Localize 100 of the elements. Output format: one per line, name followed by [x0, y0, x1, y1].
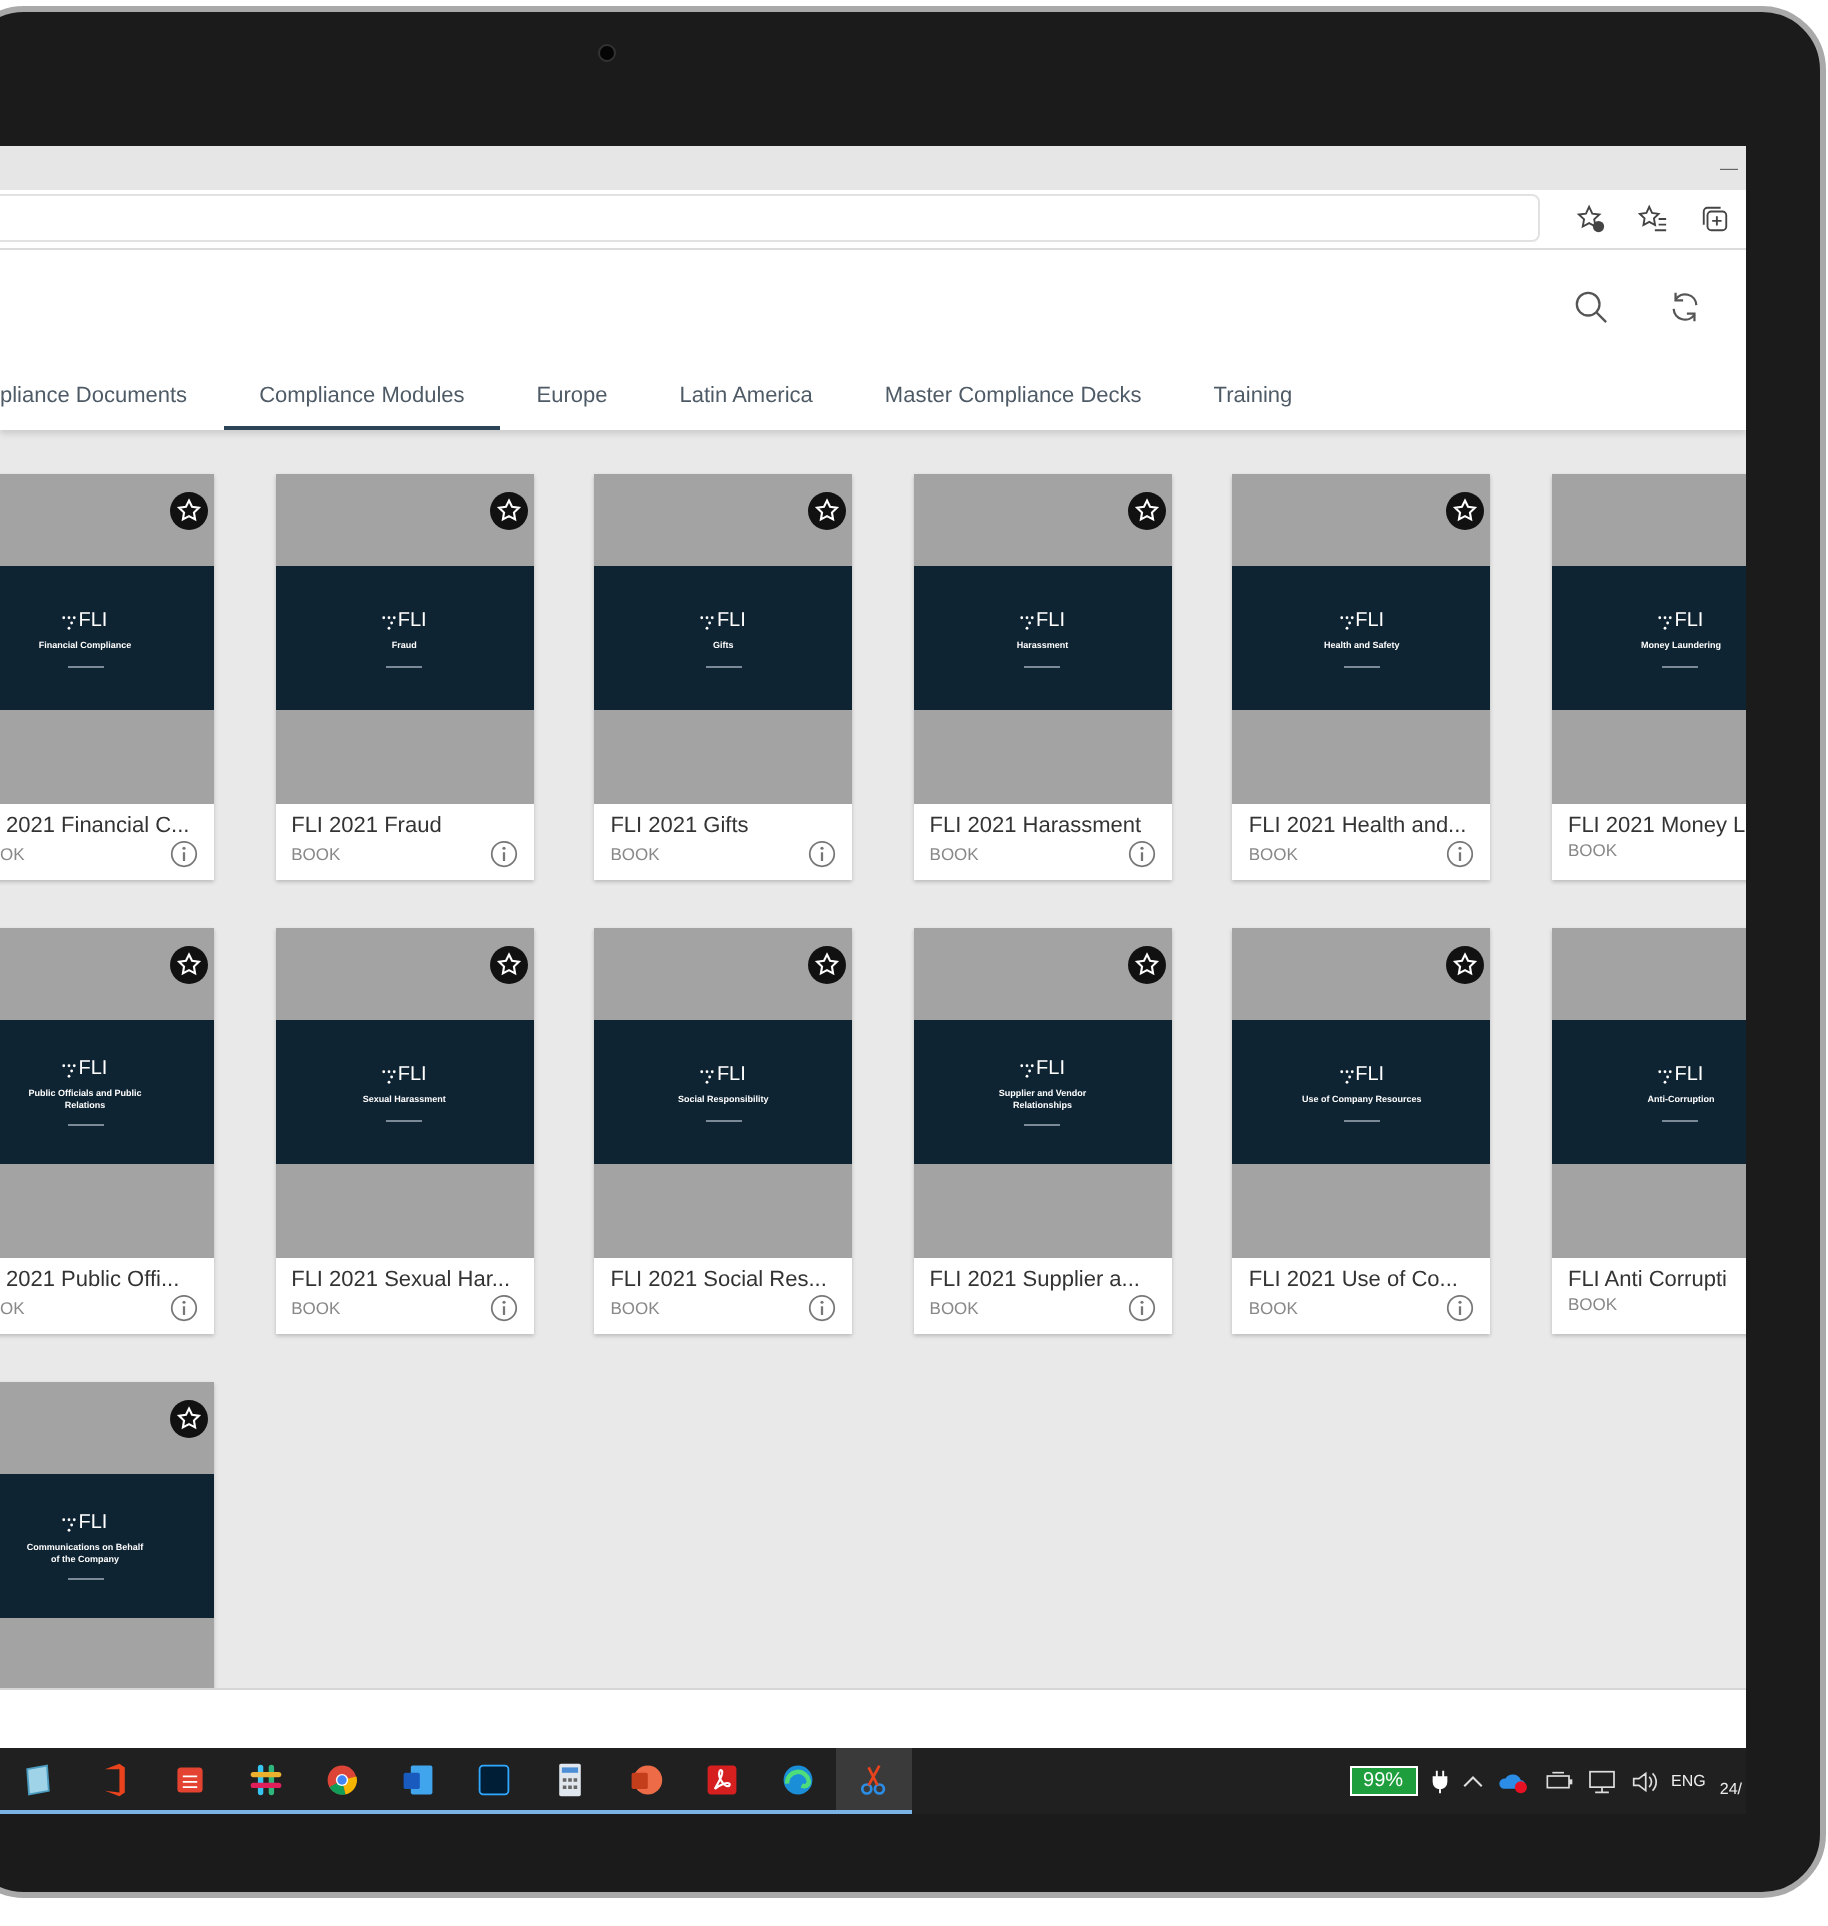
book-title: FLI 2021 Supplier a... [929, 1267, 1142, 1292]
cover-footer-line [67, 665, 103, 668]
book-type: BOOK [291, 1297, 341, 1318]
book-type: BOOK [1567, 1293, 1618, 1314]
dots-logo-icon [62, 1063, 77, 1078]
pdf-icon [704, 1761, 740, 1798]
book-title: FLI Anti Corrupti [1567, 1267, 1729, 1292]
cover-footer-line [386, 665, 423, 668]
presentation-icon [628, 1761, 664, 1798]
cover-footer-line [1343, 665, 1380, 668]
dots-logo-icon [700, 1069, 715, 1084]
tab[interactable]: Europe [500, 365, 644, 430]
cloud-icon[interactable] [1497, 1769, 1530, 1794]
info-icon[interactable] [1127, 1293, 1156, 1322]
book-title: FLI 2021 Fraud [291, 813, 444, 838]
notepad-icon [20, 1761, 56, 1798]
dots-logo-icon [1020, 1063, 1035, 1078]
book-type: BOOK [1248, 843, 1298, 864]
volume-icon[interactable] [1629, 1769, 1658, 1794]
book-title: 2021 Public Offi... [6, 1267, 182, 1292]
search-icon[interactable] [1574, 290, 1608, 325]
info-icon[interactable] [170, 839, 198, 868]
book-title: 2021 Financial C... [6, 813, 192, 838]
cover-footer-line [67, 1124, 103, 1127]
book-type: BOOK [610, 843, 660, 864]
book-title: FLI 2021 Gifts [610, 813, 751, 838]
logo-text: FLI [1036, 612, 1065, 633]
dots-logo-icon [1339, 1069, 1354, 1084]
info-icon[interactable] [1446, 1293, 1475, 1322]
network-icon[interactable] [1587, 1769, 1616, 1794]
book-type: BOOK [1567, 839, 1618, 860]
cover-footer-line [1662, 1119, 1699, 1122]
book-title: FLI 2021 Use of Co... [1248, 1267, 1460, 1292]
square-app-icon [476, 1761, 512, 1798]
logo-text: FLI [1355, 1066, 1385, 1087]
logo-text: FLI [1036, 1060, 1065, 1081]
cover-footer-line [67, 1578, 103, 1581]
dots-logo-icon [1020, 615, 1035, 630]
logo-text: FLI [397, 612, 427, 633]
info-icon[interactable] [1127, 839, 1156, 868]
cover-footer-line [1662, 665, 1699, 668]
cover-footer-line [386, 1119, 423, 1122]
logo-text: FLI [1674, 1066, 1704, 1087]
refresh-icon[interactable] [1668, 290, 1702, 325]
dots-logo-icon [62, 615, 77, 630]
circle-logo-icon [324, 1761, 360, 1798]
cover-footer-line [705, 665, 742, 668]
hash-icon [248, 1761, 284, 1798]
dots-logo-icon [1658, 1069, 1673, 1084]
book-title: FLI 2021 Sexual Har... [291, 1267, 513, 1292]
swirl-icon [780, 1761, 816, 1798]
book-title: FLI 2021 Social Res... [610, 1267, 829, 1292]
list-icon [172, 1761, 208, 1798]
collections-icon[interactable] [1700, 203, 1730, 234]
dots-logo-icon [62, 1517, 77, 1532]
tab[interactable]: Training [1177, 365, 1329, 430]
logo-text: FLI [1355, 612, 1385, 633]
logo-text: FLI [397, 1066, 427, 1087]
add-favorite-icon[interactable] [1576, 203, 1606, 234]
info-icon[interactable] [1446, 839, 1475, 868]
dots-logo-icon [1658, 615, 1673, 630]
minimize-button[interactable]: — [1720, 157, 1738, 178]
book-type: BOOK [929, 1297, 979, 1318]
cover-footer-line [1024, 1124, 1061, 1127]
tab[interactable]: Latin America [643, 365, 849, 430]
book-type: OK [0, 1297, 25, 1318]
logo-text: FLI [78, 612, 108, 633]
tab[interactable]: pliance Documents [0, 365, 224, 430]
tab[interactable]: Master Compliance Decks [848, 365, 1178, 430]
cover-footer-line [1343, 1119, 1380, 1122]
plug-icon [1431, 1769, 1448, 1794]
book-type: OK [0, 843, 25, 864]
cover-footer-line [705, 1119, 742, 1122]
favorites-icon[interactable] [1638, 203, 1668, 234]
logo-text: FLI [716, 1066, 746, 1087]
dots-logo-icon [700, 615, 715, 630]
battery-icon[interactable] [1543, 1770, 1574, 1793]
info-icon[interactable] [808, 839, 837, 868]
caret-icon[interactable] [1461, 1774, 1484, 1789]
clock[interactable]: 24/ [1719, 1780, 1742, 1799]
logo-text: FLI [1674, 612, 1704, 633]
book-title: FLI 2021 Health and... [1248, 813, 1469, 838]
logo-text: FLI [716, 612, 746, 633]
dots-logo-icon [381, 1069, 396, 1084]
book-title: FLI 2021 Money L [1567, 813, 1746, 838]
book-type: BOOK [291, 843, 341, 864]
dots-logo-icon [1339, 615, 1354, 630]
logo-text: FLI [78, 1514, 108, 1535]
logo-text: FLI [78, 1060, 108, 1081]
book-type: BOOK [1248, 1297, 1298, 1318]
book-type: BOOK [929, 843, 979, 864]
camera-dot [598, 44, 616, 62]
language-indicator[interactable]: ENG [1671, 1772, 1706, 1791]
info-icon[interactable] [489, 1293, 518, 1322]
info-icon[interactable] [808, 1293, 837, 1322]
info-icon[interactable] [489, 839, 518, 868]
document-icon [400, 1761, 436, 1798]
book-type: BOOK [610, 1297, 660, 1318]
info-icon[interactable] [170, 1293, 198, 1322]
cover-footer-line [1024, 665, 1061, 668]
